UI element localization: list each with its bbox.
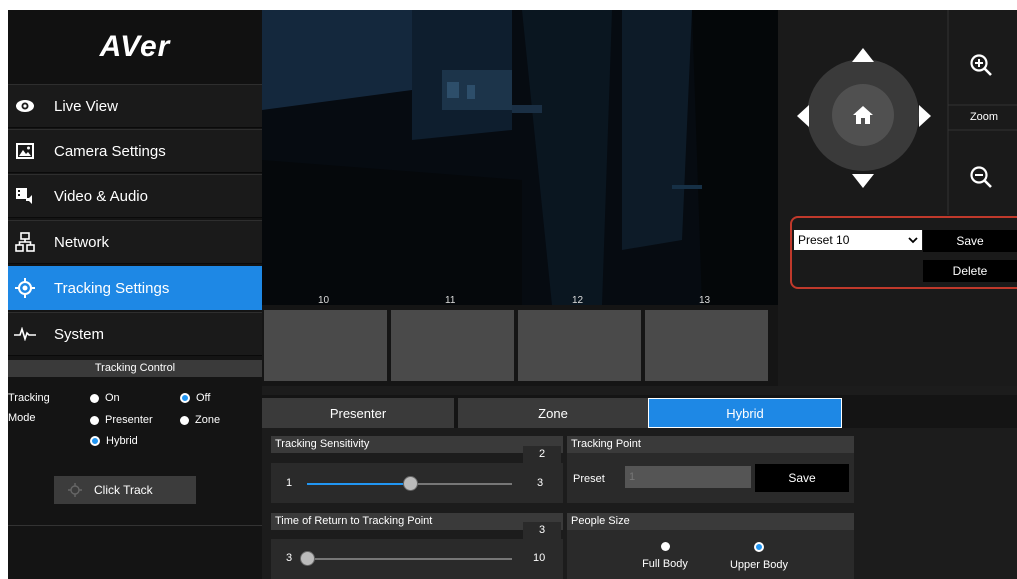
pan-up-icon[interactable] [851,47,875,63]
radio-dot [660,542,670,551]
pan-down-icon[interactable] [851,173,875,189]
home-icon[interactable] [852,105,874,125]
radio-dot-selected [90,436,100,447]
aver-logo: AVer [8,10,262,84]
sensitivity-value: 2 [523,446,561,463]
people-size-title: People Size [567,513,854,530]
sidebar-item-network[interactable]: Network [8,220,262,264]
mode-label: Mode [8,412,36,424]
upper-body-radio[interactable]: Upper Body [727,542,791,573]
tracking-mode-tabs: Presenter Zone Hybrid [262,395,1017,428]
sensitivity-slider-knob[interactable] [402,476,418,491]
target-icon [68,483,82,497]
pan-left-icon[interactable] [796,104,810,128]
mode-hybrid-radio[interactable]: Hybrid [90,435,138,447]
pulse-icon [14,323,36,345]
return-time-max: 10 [533,552,546,564]
sidebar-item-label: Tracking Settings [54,279,170,297]
preset-select[interactable]: Preset 10 [794,230,922,250]
tracking-on-radio[interactable]: On [90,392,120,404]
sidebar-item-video-audio[interactable]: Video & Audio [8,174,262,218]
radio-dot-selected [754,542,764,552]
people-size-panel: Full Body Upper Body [567,530,854,579]
tracking-label: Tracking [8,392,50,404]
return-time-track [307,558,512,560]
tracking-point-title: Tracking Point [567,436,854,453]
return-time-slider-knob[interactable] [300,551,315,566]
preset-label: Preset [573,473,605,485]
image-icon [14,140,36,162]
tracking-point-panel: Preset 1 Save [567,453,854,503]
mode-zone-radio[interactable]: Zone [180,414,220,426]
return-time-title: Time of Return to Tracking Point [271,513,521,530]
sidebar-item-system[interactable]: System [8,312,262,356]
tab-hybrid[interactable]: Hybrid [648,398,842,428]
preset-thumbnail[interactable]: 12 [518,295,641,381]
sidebar-item-live-view[interactable]: Live View [8,84,262,128]
sidebar-item-label: Network [54,233,110,251]
divider [8,525,262,526]
tab-zone[interactable]: Zone [458,398,648,428]
sidebar-item-camera-settings[interactable]: Camera Settings [8,129,262,173]
tracking-off-radio[interactable]: Off [180,392,210,404]
return-time-min: 3 [286,552,293,564]
preset-thumbnail[interactable]: 13 [645,295,768,381]
live-video-feed[interactable] [262,10,778,305]
video-audio-icon [14,185,36,207]
preset-save-button[interactable]: Save [923,230,1017,252]
preset-delete-button[interactable]: Delete [923,260,1017,282]
crosshair-icon [14,277,36,299]
sidebar-item-label: System [54,325,105,343]
tab-presenter[interactable]: Presenter [262,398,454,428]
return-time-value: 3 [523,522,561,539]
zoom-label: Zoom [969,111,999,123]
radio-dot [90,393,99,403]
sensitivity-max: 3 [537,477,544,489]
sidebar-item-tracking-settings[interactable]: Tracking Settings [8,266,262,310]
tracking-sensitivity-title: Tracking Sensitivity [271,436,521,453]
network-icon [14,231,36,253]
ptz-control-panel: Zoom Preset 10 Save Delete [778,10,1017,386]
sidebar-item-label: Camera Settings [54,142,166,160]
zoom-in-icon[interactable] [969,53,993,77]
sidebar-item-label: Video & Audio [54,187,148,205]
eye-icon [14,95,36,117]
radio-dot-selected [180,393,190,404]
click-track-button[interactable]: Click Track [54,476,196,504]
sensitivity-fill [307,483,410,485]
sensitivity-slider-panel: 1 3 [271,463,563,503]
radio-dot [90,415,99,425]
video-frame-image [262,10,778,305]
full-body-radio[interactable]: Full Body [635,542,695,572]
chevron-down-icon [908,236,918,243]
app-window: AVer Live View Camera Settings Video & A… [8,10,1017,579]
tracking-control-header: Tracking Control [8,360,262,377]
return-time-slider-panel: 3 10 [271,539,563,579]
tracking-point-save-button[interactable]: Save [755,464,849,492]
preset-thumbnails: 10 11 12 13 [262,295,778,386]
mode-presenter-radio[interactable]: Presenter [90,414,153,426]
sensitivity-min: 1 [286,477,293,489]
tracking-point-preset-input[interactable]: 1 [625,466,751,488]
pan-right-icon[interactable] [918,104,932,128]
radio-dot [180,415,189,425]
sidebar: AVer Live View Camera Settings Video & A… [8,10,262,579]
sidebar-item-label: Live View [54,97,118,115]
preset-thumbnail[interactable]: 10 [264,295,387,381]
preset-thumbnail[interactable]: 11 [391,295,514,381]
zoom-out-icon[interactable] [969,165,993,189]
